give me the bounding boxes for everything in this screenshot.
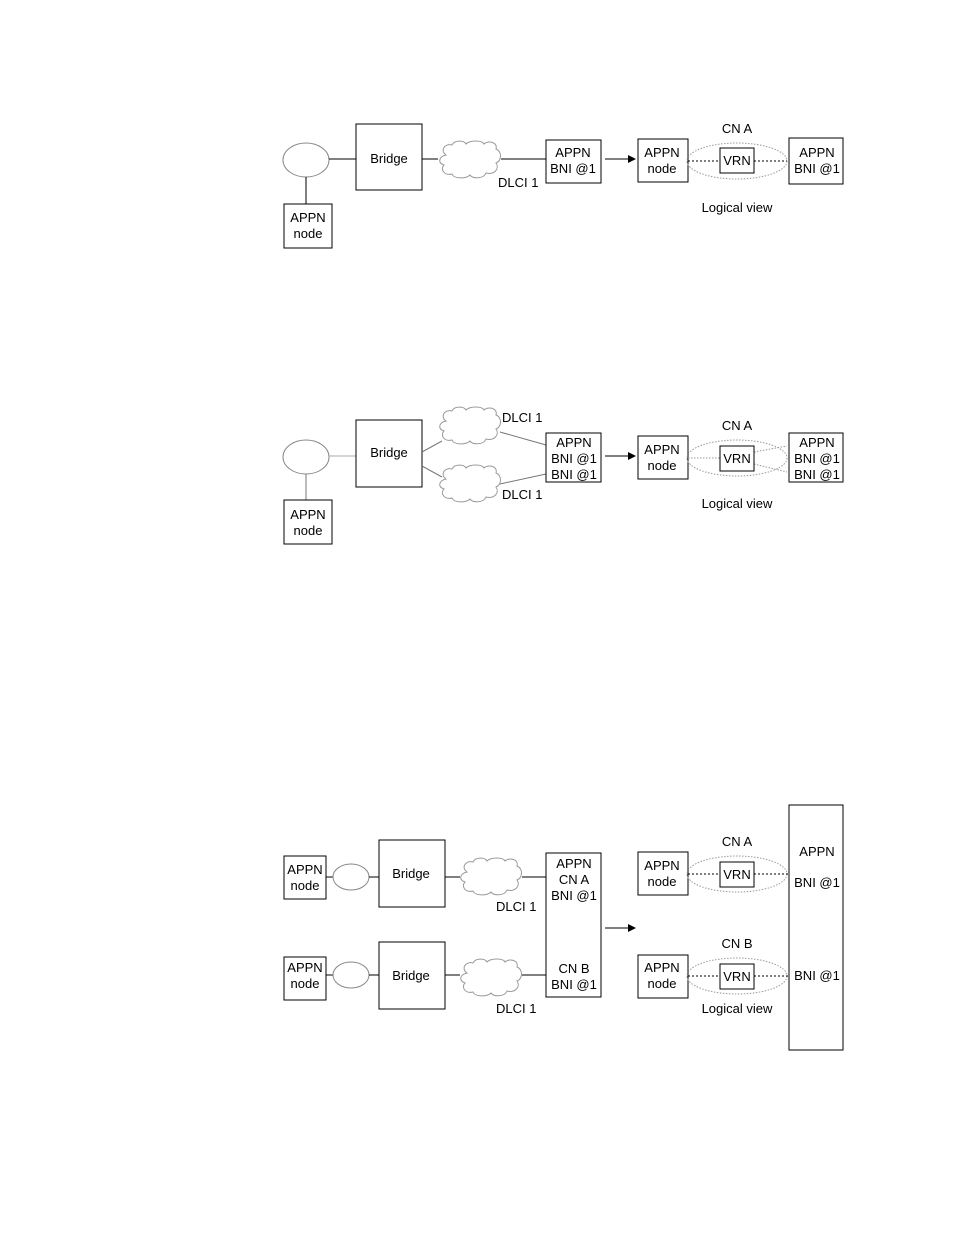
bni-node-label: BNI @1 (550, 161, 596, 176)
link (499, 431, 547, 446)
appn-node-label: APPN (287, 862, 322, 877)
appn-node-label: node (294, 226, 323, 241)
frame-relay-cloud (460, 857, 522, 896)
figure-2: APPN node Bridge DLCI 1 DLCI 1 APPN BNI … (282, 406, 844, 545)
link (499, 473, 547, 485)
logical-bni-node-box (788, 804, 844, 1051)
diagram-canvas: APPN node Bridge DLCI 1 APPN BNI @1 CN A… (282, 121, 844, 1051)
bni-node-label: CN A (559, 872, 590, 887)
logical-appn-node-label: APPN (644, 145, 679, 160)
logical-bni-node-label: APPN (799, 145, 834, 160)
appn-node-label: APPN (290, 507, 325, 522)
bridge-label: Bridge (392, 866, 430, 881)
bni-node-label: APPN (555, 145, 590, 160)
bridge-label: Bridge (370, 151, 408, 166)
logical-bni-node-label: BNI @1 (794, 968, 840, 983)
appn-node-label: APPN (287, 960, 322, 975)
bni-node-label: APPN (556, 856, 591, 871)
frame-relay-cloud (439, 406, 501, 445)
logical-link (753, 445, 788, 453)
logical-bni-node-label: BNI @1 (794, 875, 840, 890)
logical-appn-node-label: node (648, 458, 677, 473)
figure-3: APPN node Bridge DLCI 1 APPN node Bridge… (283, 804, 844, 1051)
dlci-label: DLCI 1 (498, 175, 538, 190)
logical-view-caption: Logical view (702, 496, 773, 511)
bni-node-label: BNI @1 (551, 467, 597, 482)
frame-relay-cloud (439, 140, 501, 179)
cn-label: CN A (722, 121, 753, 136)
logical-bni-node-label: BNI @1 (794, 161, 840, 176)
appn-node-label: node (291, 976, 320, 991)
frame-relay-cloud (460, 958, 522, 997)
bni-node-label: APPN (556, 435, 591, 450)
bni-node-label: BNI @1 (551, 977, 597, 992)
dlci-label: DLCI 1 (496, 1001, 536, 1016)
vrn-label: VRN (723, 153, 750, 168)
link (421, 440, 443, 453)
frame-relay-cloud (439, 464, 501, 503)
bni-node-label: BNI @1 (551, 451, 597, 466)
lan-ring (332, 961, 370, 989)
figure-1: APPN node Bridge DLCI 1 APPN BNI @1 CN A… (282, 121, 844, 249)
appn-node-label: node (291, 878, 320, 893)
logical-view-caption: Logical view (702, 1001, 773, 1016)
logical-appn-node-label: APPN (644, 442, 679, 457)
dlci-label: DLCI 1 (496, 899, 536, 914)
logical-appn-node-label: node (648, 976, 677, 991)
bni-node-label: CN B (558, 961, 589, 976)
appn-node-label: node (294, 523, 323, 538)
logical-appn-node-label: APPN (644, 960, 679, 975)
bridge-label: Bridge (370, 445, 408, 460)
logical-bni-node-label: APPN (799, 844, 834, 859)
appn-node-label: APPN (290, 210, 325, 225)
bridge-label: Bridge (392, 968, 430, 983)
cn-label: CN B (721, 936, 752, 951)
vrn-label: VRN (723, 969, 750, 984)
logical-appn-node-label: node (648, 874, 677, 889)
cn-label: CN A (722, 834, 753, 849)
vrn-label: VRN (723, 867, 750, 882)
dlci-label: DLCI 1 (502, 487, 542, 502)
logical-bni-node-label: BNI @1 (794, 467, 840, 482)
cn-label: CN A (722, 418, 753, 433)
link (421, 465, 443, 478)
lan-ring (282, 142, 330, 178)
vrn-label: VRN (723, 451, 750, 466)
logical-appn-node-label: APPN (644, 858, 679, 873)
logical-appn-node-label: node (648, 161, 677, 176)
lan-ring (332, 863, 370, 891)
lan-ring (282, 439, 330, 475)
logical-bni-node-label: BNI @1 (794, 451, 840, 466)
bni-node-label: BNI @1 (551, 888, 597, 903)
logical-bni-node-label: APPN (799, 435, 834, 450)
logical-view-caption: Logical view (702, 200, 773, 215)
dlci-label: DLCI 1 (502, 410, 542, 425)
